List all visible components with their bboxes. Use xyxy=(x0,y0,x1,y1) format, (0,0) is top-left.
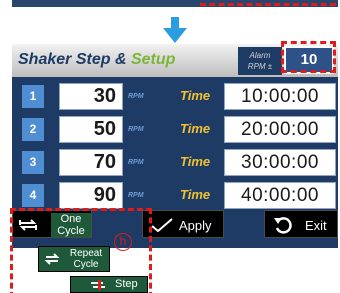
time-input[interactable]: 30:00:00 xyxy=(224,149,336,176)
rpm-unit-label: RPM xyxy=(128,93,144,100)
time-label: Time xyxy=(180,121,211,136)
time-input[interactable]: 20:00:00 xyxy=(224,116,336,143)
title-ampersand: & xyxy=(114,51,127,68)
time-label: Time xyxy=(180,154,211,169)
rpm-input[interactable]: 30 xyxy=(59,83,123,110)
undo-icon xyxy=(274,217,292,234)
step-row: 1 30 RPM Time 10:00:00 xyxy=(12,81,338,112)
step-index: 2 xyxy=(22,118,44,141)
rpm-unit-label: RPM xyxy=(128,126,144,133)
alarm-label-line1: Alarm xyxy=(249,51,271,60)
annotation-badge: h xyxy=(114,233,132,251)
step-index: 4 xyxy=(22,184,44,207)
exit-button[interactable]: Exit xyxy=(264,210,338,238)
step-row: 4 90 RPM Time 40:00:00 xyxy=(12,180,338,211)
step-row: 3 70 RPM Time 30:00:00 xyxy=(12,147,338,178)
exit-label: Exit xyxy=(305,218,327,233)
time-label: Time xyxy=(180,88,211,103)
rpm-unit-label: RPM xyxy=(128,159,144,166)
step-row: 2 50 RPM Time 20:00:00 xyxy=(12,114,338,145)
alarm-rpm-label: Alarm RPM ± xyxy=(238,47,282,75)
step-index: 1 xyxy=(22,85,44,108)
title-setup-text: Setup xyxy=(130,51,176,68)
rpm-input[interactable]: 70 xyxy=(59,149,123,176)
check-icon xyxy=(151,218,173,232)
rpm-input[interactable]: 90 xyxy=(59,182,123,209)
annotation-dashed-line-top xyxy=(200,3,336,6)
annotation-alarm-highlight xyxy=(281,41,336,73)
time-label: Time xyxy=(180,187,211,202)
alarm-label-line2: RPM ± xyxy=(247,62,273,71)
step-index: 3 xyxy=(22,151,44,174)
time-input[interactable]: 10:00:00 xyxy=(224,83,336,110)
title-text: Shaker Step xyxy=(18,51,111,68)
annotation-cycle-mode-highlight xyxy=(10,208,152,293)
rpm-input[interactable]: 50 xyxy=(59,116,123,143)
rpm-unit-label: RPM xyxy=(128,192,144,199)
apply-button[interactable]: Apply xyxy=(142,210,224,238)
time-input[interactable]: 40:00:00 xyxy=(224,182,336,209)
apply-label: Apply xyxy=(179,218,212,233)
arrow-down-icon xyxy=(163,17,187,43)
page-title: Shaker Step & Setup xyxy=(18,51,175,69)
